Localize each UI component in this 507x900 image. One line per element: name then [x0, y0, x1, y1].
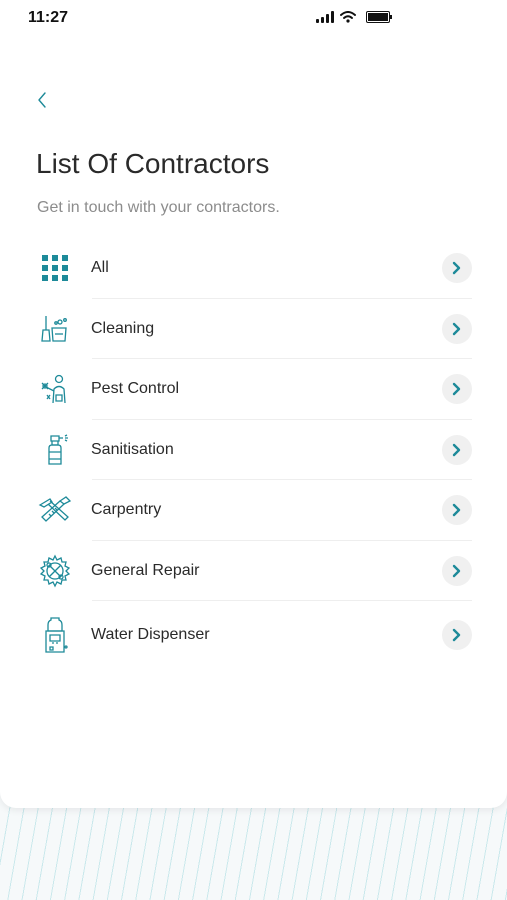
- contractor-label: Carpentry: [91, 501, 162, 519]
- status-time: 11:27: [28, 9, 69, 26]
- back-button[interactable]: [30, 86, 54, 114]
- chevron-right-icon: [442, 495, 472, 526]
- page-title: List Of Contractors: [36, 148, 270, 179]
- contractor-item-carpentry[interactable]: Carpentry: [36, 480, 472, 541]
- wifi-icon: [340, 11, 356, 23]
- chevron-right-icon: [442, 253, 472, 284]
- chevron-right-icon: [442, 620, 472, 650]
- contractor-label: All: [91, 259, 109, 277]
- contractor-label: Water Dispenser: [91, 626, 210, 643]
- carpentry-tools-icon: [36, 491, 74, 529]
- cleaning-icon: [36, 310, 74, 348]
- main-card: 11:27 List Of Contractors Get in touch w…: [0, 0, 507, 808]
- contractor-label: Pest Control: [91, 380, 180, 398]
- chevron-left-icon: [38, 92, 46, 108]
- contractor-item-sanitisation[interactable]: Sanitisation: [36, 420, 472, 480]
- contractor-item-all[interactable]: All: [36, 238, 472, 299]
- chevron-right-icon: [442, 374, 472, 405]
- cellular-signal-icon: [316, 11, 334, 23]
- water-dispenser-icon: [36, 616, 74, 654]
- pest-control-icon: [36, 370, 74, 408]
- grid-icon: [36, 249, 74, 287]
- chevron-right-icon: [442, 434, 472, 465]
- chevron-right-icon: [442, 313, 472, 344]
- status-icons: [316, 11, 392, 23]
- contractor-item-cleaning[interactable]: Cleaning: [36, 299, 472, 359]
- contractor-label: Sanitisation: [91, 440, 174, 458]
- page-subtitle: Get in touch with your contractors.: [37, 199, 280, 216]
- contractor-list: All Cleaning Pest Control Sanitisation C…: [36, 238, 472, 669]
- status-bar: 11:27: [0, 0, 507, 36]
- sanitiser-spray-icon: [36, 431, 74, 469]
- contractor-label: General Repair: [91, 561, 200, 579]
- contractor-label: Cleaning: [91, 319, 155, 337]
- contractor-item-pest-control[interactable]: Pest Control: [36, 359, 472, 420]
- contractor-item-general-repair[interactable]: General Repair: [36, 541, 472, 601]
- gear-wrench-icon: [36, 552, 74, 590]
- chevron-right-icon: [442, 555, 472, 586]
- contractor-item-water-dispenser[interactable]: Water Dispenser: [36, 601, 472, 669]
- battery-icon: [366, 11, 392, 23]
